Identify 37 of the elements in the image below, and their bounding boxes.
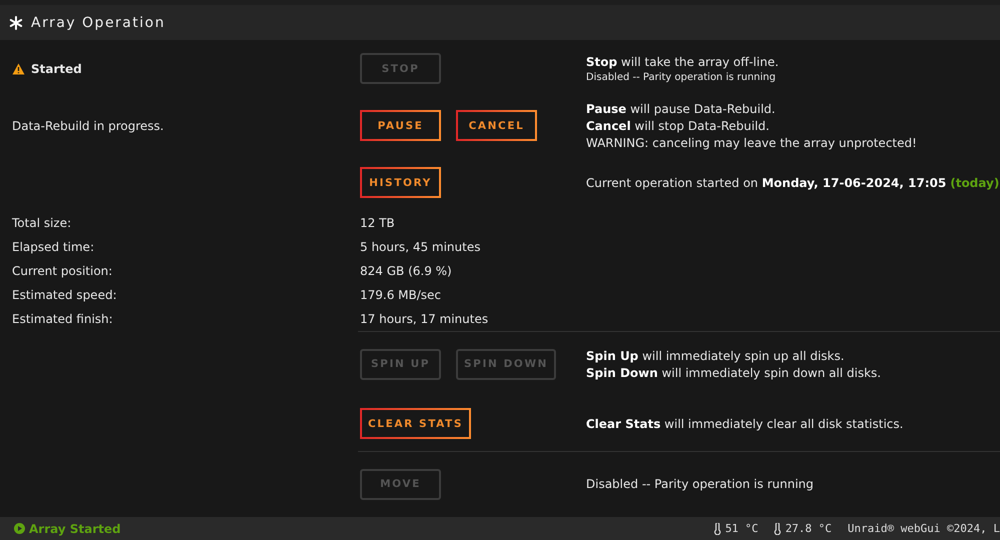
array-status: Array Started (29, 522, 121, 536)
stat-value: 12 TB (360, 216, 395, 230)
disabled-note: Disabled -- Parity operation is running (586, 72, 777, 82)
stat-label: Current position: (12, 264, 112, 278)
copyright-text: Unraid® webGui ©2024, L (848, 522, 1000, 535)
warning-icon (12, 62, 25, 74)
stat-label: Estimated finish: (12, 312, 113, 326)
status-text: Data-Rebuild in progress. (12, 118, 164, 132)
snowflake-icon (9, 16, 23, 30)
panel-title: Array Operation (31, 14, 166, 30)
status-text: Started (31, 62, 82, 76)
stat-value: 5 hours, 45 minutes (360, 240, 480, 254)
description-text: Current operation started on Monday, 17-06-2024, 17:05 (586, 176, 946, 190)
description-text: Stop will take the array off-line. (586, 54, 780, 68)
stat-label: Total size: (12, 216, 72, 230)
play-icon (14, 523, 25, 534)
today-label: (today) (950, 176, 1000, 190)
description-text: Spin Down will immediately spin down all disks. (586, 366, 882, 380)
description-text: Clear Stats will immediately clear all disk statistics. (586, 416, 904, 430)
temperature-reading: 51 °C (725, 522, 758, 535)
stat-value: 179.6 MB/sec (360, 288, 442, 302)
description-text: WARNING: canceling may leave the array unprotected! (586, 136, 918, 150)
temperature-reading: 27.8 °C (785, 522, 832, 535)
description-text: Disabled -- Parity operation is running (586, 477, 814, 491)
thermometer-icon (774, 522, 782, 534)
stat-value: 824 GB (6.9 %) (360, 264, 452, 278)
action-button[interactable]: CLEAR STATS (360, 408, 471, 439)
stat-value: 17 hours, 17 minutes (360, 312, 488, 326)
thermometer-icon (714, 522, 722, 534)
description-text: Cancel will stop Data-Rebuild. (586, 118, 770, 132)
action-button[interactable]: CANCEL (456, 110, 537, 141)
action-button[interactable]: HISTORY (360, 167, 441, 198)
action-button[interactable]: PAUSE (360, 110, 441, 141)
description-text: Pause will pause Data-Rebuild. (586, 102, 776, 116)
description-text: Spin Up will immediately spin up all disks. (586, 348, 846, 362)
stat-label: Estimated speed: (12, 288, 117, 302)
stat-label: Elapsed time: (12, 240, 94, 254)
